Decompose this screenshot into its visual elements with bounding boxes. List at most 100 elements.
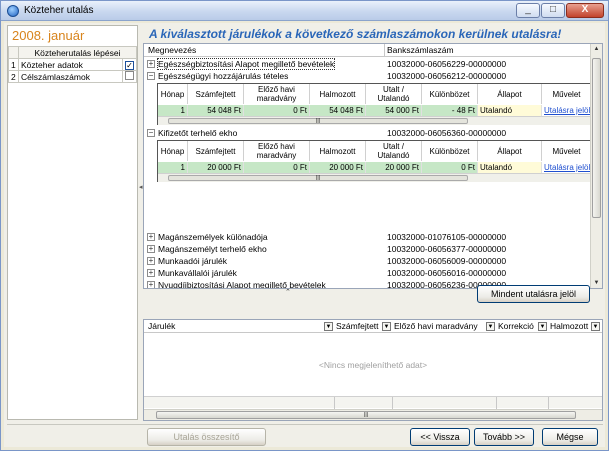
mark-for-transfer-link[interactable]: Utalásra jelöl [542, 162, 592, 173]
column-header-account[interactable]: Bankszámlaszám [387, 45, 454, 55]
steps-table: Közteherutalás lépései 1 Közteher adatok… [8, 46, 137, 83]
detail-hscrollbar[interactable]: ||| [158, 173, 590, 182]
column-header-billed[interactable]: Számfejtett [336, 321, 379, 331]
cell-status: Utalandó [478, 162, 542, 173]
cell-status: Utalandó [478, 105, 542, 116]
row-name: Nyugdíjbiztosítási Alapot megillető bevé… [158, 280, 326, 289]
splitter-arrow-icon[interactable]: ◂ [139, 183, 143, 191]
expand-icon[interactable]: + [147, 269, 155, 277]
cell-accum: 54 048 Ft [310, 105, 366, 116]
transfer-summary-button[interactable]: Utalás összesítő [147, 428, 266, 446]
cell-month: 1 [158, 162, 188, 173]
col-accum: Halmozott [310, 141, 366, 161]
cell-billed: 20 000 Ft [188, 162, 244, 173]
col-transfer: Utalt / Utalandó [366, 84, 422, 104]
step-row[interactable]: 1 Közteher adatok ✓ [8, 58, 137, 71]
resize-caret-icon[interactable]: ⌃ [285, 288, 291, 296]
column-header-jarulek[interactable]: Járulék [148, 321, 175, 331]
step-row[interactable]: 2 Célszámlaszámok [8, 70, 137, 83]
step-checkbox[interactable] [125, 71, 134, 80]
col-prev: Előző havi maradvány [244, 141, 310, 161]
cell-transfer[interactable]: 20 000 Ft [366, 162, 422, 173]
filter-dropdown-icon[interactable]: ▼ [591, 322, 600, 332]
cell-diff: - 48 Ft [422, 105, 478, 116]
row-account: 10032000-06056016-00000000 [387, 268, 507, 278]
col-month: Hónap [158, 84, 188, 104]
column-header-correction[interactable]: Korrekció [498, 321, 534, 331]
row-account: 10032000-06056229-00000000 [387, 59, 507, 69]
scroll-down-icon[interactable]: ▼ [591, 280, 602, 286]
step-label[interactable]: Közteher adatok [18, 58, 123, 71]
detail-row[interactable]: 1 54 048 Ft 0 Ft 54 048 Ft 54 000 Ft - 4… [158, 105, 592, 116]
column-header-name[interactable]: Megnevezés [148, 45, 196, 55]
detail-grid: Hónap Számfejtett Előző havi maradvány H… [157, 140, 592, 182]
cancel-button[interactable]: Mégse [542, 428, 598, 446]
scroll-up-icon[interactable]: ▲ [591, 46, 602, 52]
mark-for-transfer-link[interactable]: Utalásra jelöl [542, 105, 592, 116]
filter-dropdown-icon[interactable]: ▼ [486, 322, 495, 332]
col-status: Állapot [478, 84, 542, 104]
minimize-button[interactable]: _ [516, 3, 540, 18]
column-header-prev[interactable]: Előző havi maradvány [394, 321, 478, 331]
contributions-grid-header: Járulék ▼ Számfejtett ▼ Előző havi marad… [144, 320, 602, 333]
maximize-button[interactable]: □ [541, 3, 565, 18]
grid-row[interactable]: − Kifizetőt terhelő ekho 10032000-060563… [144, 127, 591, 139]
expand-icon[interactable]: + [147, 281, 155, 288]
scroll-thumb[interactable]: ||| [168, 175, 468, 181]
grid-row[interactable]: + Egészségbiztosítási Alapot megillető b… [144, 58, 591, 70]
col-billed: Számfejtett [188, 84, 244, 104]
grid-row[interactable]: + Munkavállalói járulék 10032000-0605601… [144, 267, 591, 279]
grid-row[interactable]: + Magánszemélyt terhelő ekho 10032000-06… [144, 243, 591, 255]
scroll-thumb[interactable]: ||| [156, 411, 576, 419]
detail-row[interactable]: 1 20 000 Ft 0 Ft 20 000 Ft 20 000 Ft 0 F… [158, 162, 592, 173]
accounts-vscrollbar[interactable]: ▲ ▼ [590, 44, 602, 288]
footer-divider [7, 424, 603, 425]
cell-prev: 0 Ft [244, 105, 310, 116]
detail-hscrollbar[interactable]: ||| [158, 116, 590, 125]
period-label: 2008. január [12, 28, 85, 43]
row-name: Kifizetőt terhelő ekho [158, 128, 238, 138]
steps-panel: 2008. január Közteherutalás lépései 1 Kö… [7, 25, 138, 420]
col-billed: Számfejtett [188, 141, 244, 161]
col-diff: Különbözet [422, 84, 478, 104]
step-checkbox[interactable]: ✓ [125, 60, 134, 70]
step-label[interactable]: Célszámlaszámok [18, 70, 123, 83]
col-accum: Halmozott [310, 84, 366, 104]
panel-splitter[interactable] [139, 25, 142, 420]
filter-dropdown-icon[interactable]: ▼ [324, 322, 333, 332]
row-account: 10032000-06056009-00000000 [387, 256, 507, 266]
detail-grid: Hónap Számfejtett Előző havi maradvány H… [157, 83, 592, 125]
grid-row[interactable]: − Egészségügyi hozzájárulás tételes 1003… [144, 70, 591, 82]
contributions-hscrollbar[interactable]: ||| [144, 409, 602, 420]
grid-row[interactable]: + Magánszemélyek különadója 10032000-010… [144, 231, 591, 243]
title-bar[interactable]: Közteher utalás _ □ X [1, 1, 608, 21]
filter-dropdown-icon[interactable]: ▼ [538, 322, 547, 332]
column-header-accum[interactable]: Halmozott [550, 321, 588, 331]
empty-grid-message: <Nincs megjeleníthető adat> [318, 360, 428, 370]
expand-icon[interactable]: + [147, 233, 155, 241]
cell-transfer[interactable]: 54 000 Ft [366, 105, 422, 116]
client-area: 2008. január Közteherutalás lépései 1 Kö… [4, 23, 605, 447]
contributions-grid: Járulék ▼ Számfejtett ▼ Előző havi marad… [143, 319, 603, 421]
row-name: Munkavállalói járulék [158, 268, 237, 278]
accounts-grid-header: Megnevezés Bankszámlaszám [144, 44, 590, 57]
collapse-icon[interactable]: − [147, 129, 155, 137]
back-button[interactable]: << Vissza [410, 428, 470, 446]
col-diff: Különbözet [422, 141, 478, 161]
row-name: Magánszemélyt terhelő ekho [158, 244, 267, 254]
grid-row[interactable]: + Munkaadói járulék 10032000-06056009-00… [144, 255, 591, 267]
filter-dropdown-icon[interactable]: ▼ [382, 322, 391, 332]
expand-icon[interactable]: + [147, 245, 155, 253]
collapse-icon[interactable]: − [147, 72, 155, 80]
close-button[interactable]: X [566, 3, 604, 18]
expand-icon[interactable]: + [147, 60, 155, 68]
col-transfer: Utalt / Utalandó [366, 141, 422, 161]
scroll-thumb[interactable] [592, 58, 601, 218]
expand-icon[interactable]: + [147, 257, 155, 265]
mark-all-button[interactable]: Mindent utalásra jelöl [477, 285, 590, 303]
next-button[interactable]: Tovább >> [474, 428, 534, 446]
grid-summary-row [144, 396, 602, 409]
cell-diff: 0 Ft [422, 162, 478, 173]
scroll-thumb[interactable]: ||| [168, 118, 468, 124]
row-account: 10032000-06056377-00000000 [387, 244, 507, 254]
